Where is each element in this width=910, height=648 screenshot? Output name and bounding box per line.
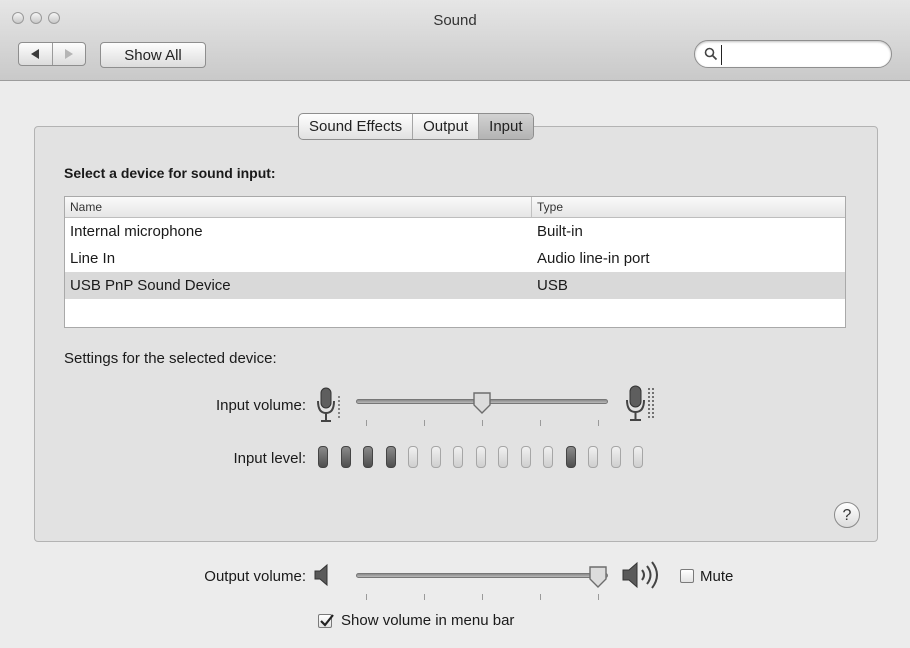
level-segment [430,446,441,468]
input-volume-slider-knob[interactable] [472,391,492,415]
mute-checkbox[interactable] [680,569,694,583]
output-volume-label: Output volume: [204,568,306,585]
device-type: Built-in [537,223,583,240]
level-segment [340,446,351,468]
device-name: Line In [70,250,116,267]
mute-label: Mute [700,568,734,585]
slider-tick [482,420,483,426]
table-row[interactable]: Internal microphone Built-in [65,218,845,245]
sound-preferences-window: Sound Show All Sound Effects Output Inpu… [0,0,910,648]
speaker-low-icon [314,563,328,587]
device-settings-heading: Settings for the selected device: [64,350,277,367]
table-row-selected[interactable]: USB PnP Sound Device USB [65,272,845,299]
input-level-label: Input level: [233,450,306,467]
level-segment [363,446,373,468]
input-volume-ticks [356,420,608,426]
checkmark-icon [320,614,334,627]
input-volume-label: Input volume: [215,397,306,414]
device-type: USB [537,277,568,294]
device-type: Audio line-in port [537,250,650,267]
level-segment [588,446,598,468]
slider-tick [598,420,599,426]
level-segment [453,446,463,468]
window-title: Sound [433,12,477,29]
show-volume-menu-bar-checkbox[interactable] [318,614,334,628]
microphone-low-icon [317,387,340,422]
search-input[interactable] [721,45,886,65]
level-segment [565,446,576,468]
slider-tick [598,594,599,600]
column-header-type[interactable]: Type [537,200,563,214]
back-button[interactable] [19,43,52,65]
level-segment [520,446,531,468]
tab-input[interactable]: Input [479,114,533,139]
speaker-high-icon [622,561,658,589]
slider-tick [540,594,541,600]
device-name: USB PnP Sound Device [70,277,231,294]
show-volume-menu-bar-label: Show volume in menu bar [341,612,515,629]
slider-tick [540,420,541,426]
slider-tick [482,594,483,600]
search-field[interactable] [694,40,892,68]
slider-tick [366,594,367,600]
forward-arrow-icon [64,49,73,59]
column-divider [531,197,532,217]
level-segment [408,446,418,468]
device-select-heading: Select a device for sound input: [64,165,276,181]
level-segment [610,446,621,468]
tab-panel [34,126,878,542]
back-arrow-icon [31,49,40,59]
slider-tick [424,594,425,600]
back-forward-control [18,42,86,66]
output-volume-ticks [356,594,608,600]
output-volume-slider-knob[interactable] [588,565,608,589]
output-volume-slider[interactable] [356,573,608,578]
slider-tick [424,420,425,426]
forward-button[interactable] [51,43,86,65]
table-header: Name Type [65,197,845,218]
search-icon [704,47,718,61]
level-segment [633,446,643,468]
level-segment [318,446,328,468]
level-segment [543,446,553,468]
column-header-name[interactable]: Name [70,200,102,214]
title-bar: Sound Show All [0,0,910,81]
device-name: Internal microphone [70,223,203,240]
microphone-high-icon [626,385,654,421]
tab-output[interactable]: Output [413,114,480,139]
slider-tick [366,420,367,426]
table-row[interactable]: Line In Audio line-in port [65,245,845,272]
level-segment [498,446,508,468]
tab-bar: Sound Effects Output Input [298,113,534,140]
tab-sound-effects[interactable]: Sound Effects [299,114,414,139]
help-button[interactable]: ? [834,502,860,528]
level-segment [475,446,486,468]
input-device-table: Name Type Internal microphone Built-in L… [64,196,846,328]
show-all-button[interactable]: Show All [100,42,206,68]
level-segment [385,446,396,468]
